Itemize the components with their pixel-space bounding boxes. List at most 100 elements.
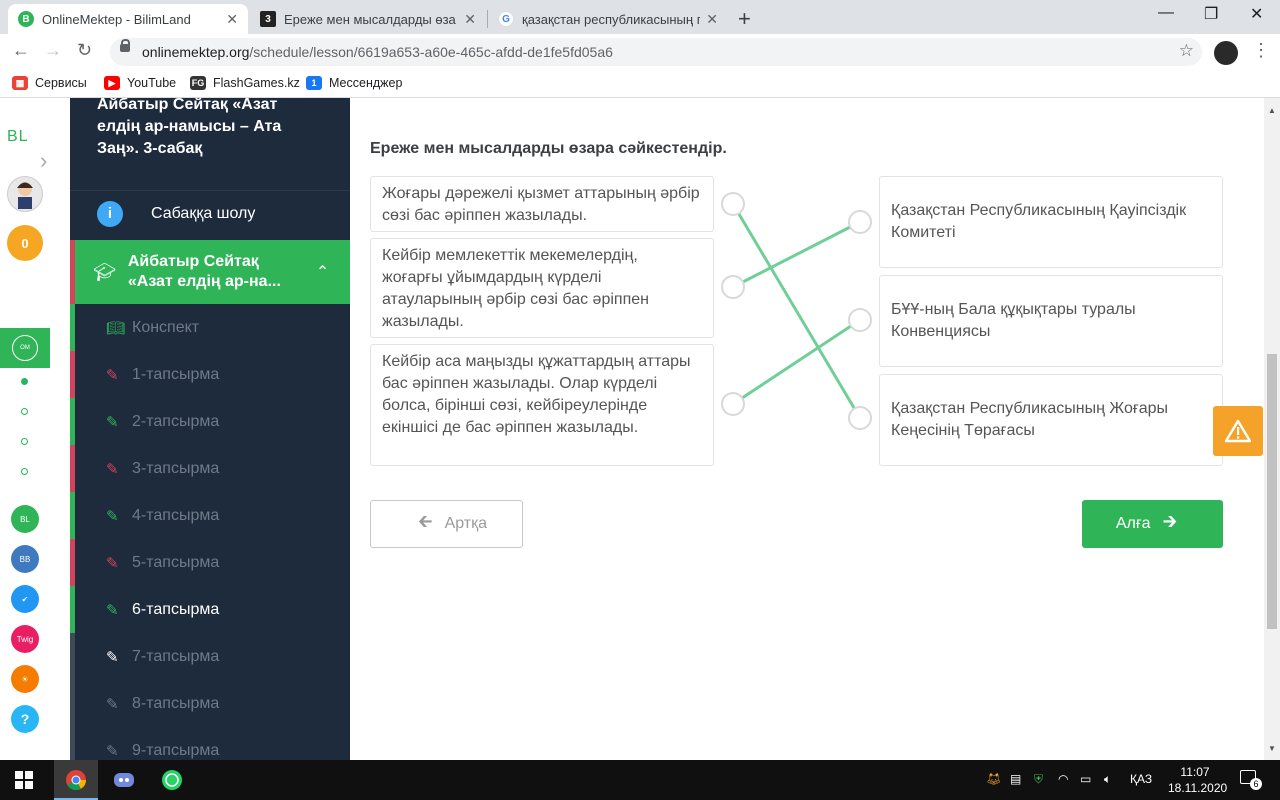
next-button-label: Алға (1115, 515, 1151, 532)
system-clock[interactable]: 11:07 18.11.2020 (1168, 764, 1227, 796)
bookmark-star-icon[interactable]: ☆ (1179, 41, 1194, 61)
bilimland-app-icon[interactable]: BL (11, 505, 39, 533)
lock-icon (120, 39, 130, 52)
scroll-thumb[interactable] (1267, 354, 1277, 629)
back-arrow-icon[interactable]: ← (12, 40, 30, 61)
bookmarks-bar: ▦ Сервисы ▶ YouTube FG FlashGames.kz 1 М… (0, 70, 1280, 98)
close-window-icon[interactable]: ✕ (1250, 4, 1263, 24)
page-scrollbar[interactable]: ▲ ▼ (1264, 98, 1280, 760)
edit-icon: ✎ (106, 554, 119, 572)
chrome-taskbar-icon[interactable] (64, 768, 88, 792)
step-dot[interactable] (21, 438, 28, 445)
back-button[interactable]: 🡰 Артқа (370, 500, 523, 548)
task-item-7[interactable]: ✎ 7-тапсырма (70, 633, 350, 680)
task-item-9[interactable]: ✎ 9-тапсырма (70, 727, 350, 760)
browser-tab-google[interactable]: G қазақстан республикасының пр ✕ (488, 4, 728, 34)
coins-badge: 0 (7, 225, 43, 261)
step-dot[interactable] (21, 468, 28, 475)
task-item-1[interactable]: ✎ 1-тапсырма (70, 351, 350, 398)
step-dot-active[interactable] (21, 378, 28, 385)
task-area: Ереже мен мысалдарды өзара сәйкестендір.… (350, 98, 1264, 760)
tray-app-icon[interactable]: ▤ (1010, 772, 1021, 786)
task-item-8[interactable]: ✎ 8-тапсырма (70, 680, 350, 727)
google-favicon-icon: G (498, 11, 514, 27)
task-item-label: 1-тапсырма (132, 365, 220, 383)
forward-arrow-icon[interactable]: → (44, 40, 62, 61)
report-problem-button[interactable] (1213, 406, 1263, 456)
reload-icon[interactable]: ↻ (77, 40, 92, 61)
right-connector[interactable] (848, 210, 872, 234)
scroll-down-icon[interactable]: ▼ (1268, 744, 1276, 753)
test-app-icon[interactable]: ✔ (11, 585, 39, 613)
overview-label: Сабаққа шолу (151, 204, 256, 222)
bookmark-services[interactable]: ▦ Сервисы (12, 76, 87, 90)
status-bar (70, 680, 75, 727)
windows-start-icon[interactable] (12, 768, 36, 792)
language-indicator[interactable]: ҚАЗ (1130, 772, 1152, 786)
task-item-konspekt[interactable]: 📖︎ Конспект (70, 304, 350, 351)
bilimbook-app-icon[interactable]: BB (11, 545, 39, 573)
whatsapp-taskbar-icon[interactable] (160, 768, 184, 792)
step-dot[interactable] (21, 408, 28, 415)
bookmark-messenger[interactable]: 1 Мессенджер (306, 76, 402, 90)
mektep-app-icon[interactable]: ☀ (11, 665, 39, 693)
metamask-tray-icon[interactable]: 🦊︎ (986, 772, 1001, 786)
bookmark-label: YouTube (127, 76, 177, 90)
chevron-up-icon[interactable]: ⌃ (316, 262, 329, 282)
next-button[interactable]: Алға 🡲 (1082, 500, 1223, 548)
discord-taskbar-icon[interactable] (112, 768, 136, 792)
bookmark-youtube[interactable]: ▶ YouTube (104, 76, 176, 90)
task-item-2[interactable]: ✎ 2-тапсырма (70, 398, 350, 445)
right-connector[interactable] (848, 308, 872, 332)
left-connector[interactable] (721, 392, 745, 416)
close-tab-icon[interactable]: ✕ (226, 11, 238, 28)
arrow-right-icon: 🡲 (1162, 511, 1178, 531)
battery-icon[interactable]: ▭ (1080, 772, 1091, 786)
clock-time: 11:07 (1180, 765, 1210, 779)
address-bar[interactable]: onlinemektep.org/schedule/lesson/6619a65… (110, 38, 1202, 66)
lesson-overview-item[interactable]: i Сабаққа шолу (70, 190, 350, 236)
browser-menu-icon[interactable]: ⋮ (1252, 40, 1270, 61)
minimize-icon[interactable]: — (1158, 4, 1174, 22)
left-rail: BL 0 OM BL BB ✔ Twig ☀ ? › (0, 98, 50, 760)
left-connector[interactable] (721, 275, 745, 299)
profile-avatar[interactable] (1214, 41, 1238, 65)
browser-tab-onlinemektep[interactable]: B OnlineMektep - BilimLand ✕ (8, 4, 248, 34)
close-tab-icon[interactable]: ✕ (706, 11, 718, 28)
restore-icon[interactable]: ❐ (1204, 4, 1218, 24)
user-avatar[interactable] (7, 176, 43, 212)
edit-icon: ✎ (106, 366, 119, 384)
edit-icon: ✎ (106, 695, 119, 713)
task-item-label: 9-тапсырма (132, 741, 220, 759)
new-tab-icon[interactable]: + (738, 6, 751, 32)
notifications-icon[interactable]: 6 (1238, 768, 1262, 792)
volume-icon[interactable]: 🔈︎ (1104, 772, 1111, 787)
task-item-label: 5-тапсырма (132, 553, 220, 571)
left-connector[interactable] (721, 192, 745, 216)
bilimland-logo[interactable]: BL (7, 128, 29, 146)
back-button-label: Артқа (444, 515, 488, 532)
defender-tray-icon[interactable]: ⛨ (1034, 772, 1043, 787)
expand-sidebar-chevron-icon[interactable]: › (40, 148, 74, 194)
edit-icon: ✎ (106, 413, 119, 431)
task-item-5[interactable]: ✎ 5-тапсырма (70, 539, 350, 586)
browser-tab-task[interactable]: 3 Ереже мен мысалдарды өзара с ✕ (250, 4, 486, 34)
right-connector[interactable] (848, 406, 872, 430)
online-mektep-icon[interactable]: OM (0, 328, 50, 368)
task-item-label: 8-тапсырма (132, 694, 220, 712)
bookmark-flashgames[interactable]: FG FlashGames.kz (190, 76, 300, 90)
info-icon: i (97, 200, 123, 227)
twig-app-icon[interactable]: Twig (11, 625, 39, 653)
close-tab-icon[interactable]: ✕ (464, 11, 476, 28)
task-item-3[interactable]: ✎ 3-тапсырма (70, 445, 350, 492)
task-item-6[interactable]: ✎ 6-тапсырма (70, 586, 350, 633)
bookmark-label: FlashGames.kz (213, 76, 300, 90)
warning-icon (1225, 419, 1251, 443)
match-line-1 (732, 220, 861, 289)
scroll-up-icon[interactable]: ▲ (1268, 106, 1276, 115)
help-icon[interactable]: ? (11, 705, 39, 733)
active-lesson-item[interactable]: 🎓︎ Айбатыр Сейтақ «Азат елдің ар-на... ⌃ (70, 240, 350, 304)
edit-icon: ✎ (106, 601, 119, 619)
task-item-4[interactable]: ✎ 4-тапсырма (70, 492, 350, 539)
wifi-icon[interactable]: ◠ (1058, 772, 1068, 786)
